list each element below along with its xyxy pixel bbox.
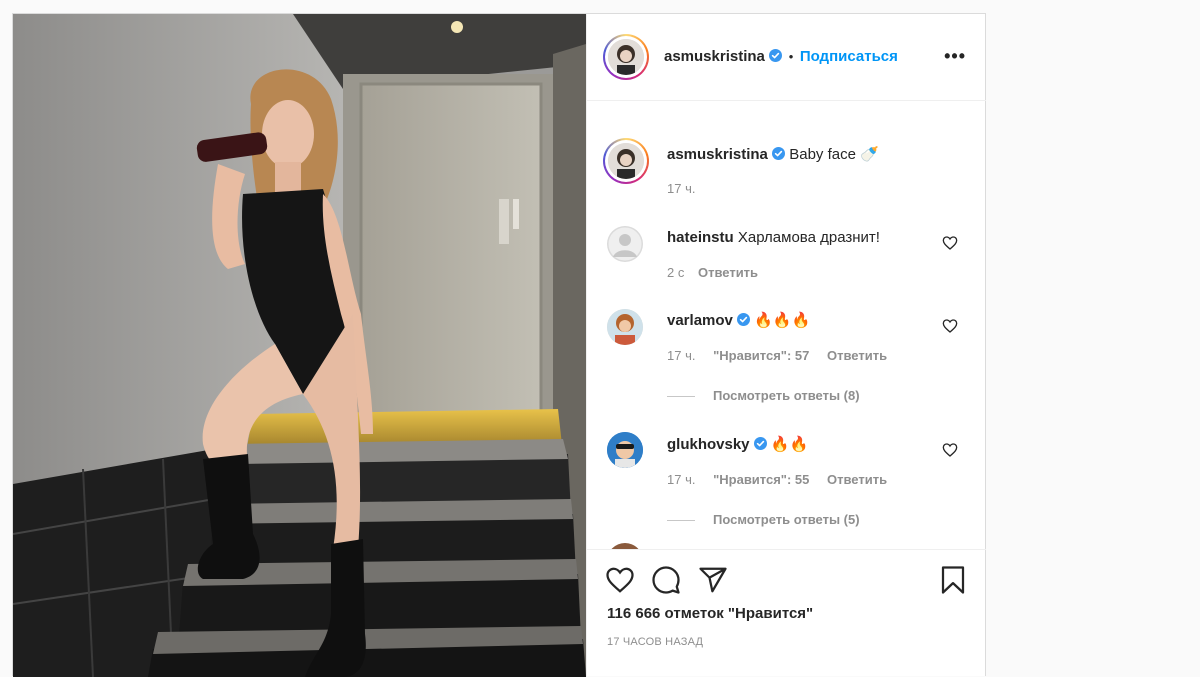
post-header: asmuskristina • Подписаться ••• [587,14,986,101]
comments-list[interactable]: asmuskristina Baby face 🍼 17 ч. hateinst… [587,101,986,549]
comment-likes[interactable]: "Нравится": 57 [713,348,809,363]
comment-icon[interactable] [651,565,681,595]
likes-count[interactable]: 116 666 отметок "Нравится" [607,605,813,622]
comment-time[interactable]: 2 с [667,265,684,280]
comment-avatar-image [607,432,643,468]
caption-avatar-image [608,143,644,179]
heart-icon[interactable] [942,235,958,251]
post-timestamp[interactable]: 17 ЧАСОВ НАЗАД [607,636,703,648]
comment-likes[interactable]: "Нравится": 55 [713,472,809,487]
comment-author[interactable]: varlamov [667,312,733,329]
verified-icon [769,49,783,62]
default-avatar-icon [607,226,643,262]
comment-avatar[interactable] [607,309,643,345]
reply-button[interactable]: Ответить [827,348,887,363]
view-replies-button[interactable]: Посмотреть ответы (5) [667,512,860,527]
more-icon[interactable]: ••• [944,46,966,67]
view-replies-label: Посмотреть ответы (5) [713,512,860,527]
heart-icon[interactable] [942,442,958,458]
bookmark-icon[interactable] [938,565,968,595]
comment-meta: 2 с Ответить [667,265,758,280]
author-username[interactable]: asmuskristina [664,48,765,65]
reply-button[interactable]: Ответить [827,472,887,487]
view-replies-label: Посмотреть ответы (8) [713,388,860,403]
comment-text: Харламова дразнит! [737,229,880,246]
heart-icon[interactable] [605,565,635,595]
caption-text: Baby face 🍼 [789,146,879,163]
author-avatar-image [608,39,644,75]
reply-button[interactable]: Ответить [698,265,758,280]
comment-text-line: hateinstu Харламова дразнит! [667,229,880,246]
thread-line [667,396,695,398]
follow-button[interactable]: Подписаться [800,48,898,65]
comment-avatar[interactable] [607,432,643,468]
post-side-panel: asmuskristina • Подписаться ••• asmuskri… [586,14,986,677]
author-avatar[interactable] [603,34,649,80]
caption-time[interactable]: 17 ч. [667,181,695,196]
thread-line [667,520,695,522]
comment-author[interactable]: glukhovsky [667,436,750,453]
post-actions: 116 666 отметок "Нравится" 17 ЧАСОВ НАЗА… [587,549,986,677]
view-replies-button[interactable]: Посмотреть ответы (8) [667,388,860,403]
heart-icon[interactable] [942,318,958,334]
comment-avatar-image [607,309,643,345]
post-card: asmuskristina • Подписаться ••• asmuskri… [12,13,986,677]
caption-avatar[interactable] [603,138,649,184]
verified-icon [753,437,767,450]
post-photo[interactable] [13,14,586,677]
comment-avatar[interactable] [607,226,643,262]
comment-time[interactable]: 17 ч. [667,348,695,363]
verified-icon [772,147,786,160]
comment-meta: 17 ч. "Нравится": 57 Ответить [667,348,887,363]
header-separator: • [788,49,794,64]
comment-meta: 17 ч. "Нравится": 55 Ответить [667,472,887,487]
comment-text-line: varlamov 🔥🔥🔥 [667,311,810,329]
header-line: asmuskristina • Подписаться [664,48,898,66]
comment-text: 🔥🔥🔥 [754,312,811,329]
comment-time[interactable]: 17 ч. [667,472,695,487]
comment-text: 🔥🔥 [770,436,809,453]
photo-illustration [13,14,586,677]
caption-text-line: asmuskristina Baby face 🍼 [667,145,879,163]
verified-icon [737,313,751,326]
share-icon[interactable] [698,565,728,595]
comment-text-line: glukhovsky 🔥🔥 [667,435,808,453]
comment-author[interactable]: hateinstu [667,229,734,246]
caption-author[interactable]: asmuskristina [667,146,768,163]
